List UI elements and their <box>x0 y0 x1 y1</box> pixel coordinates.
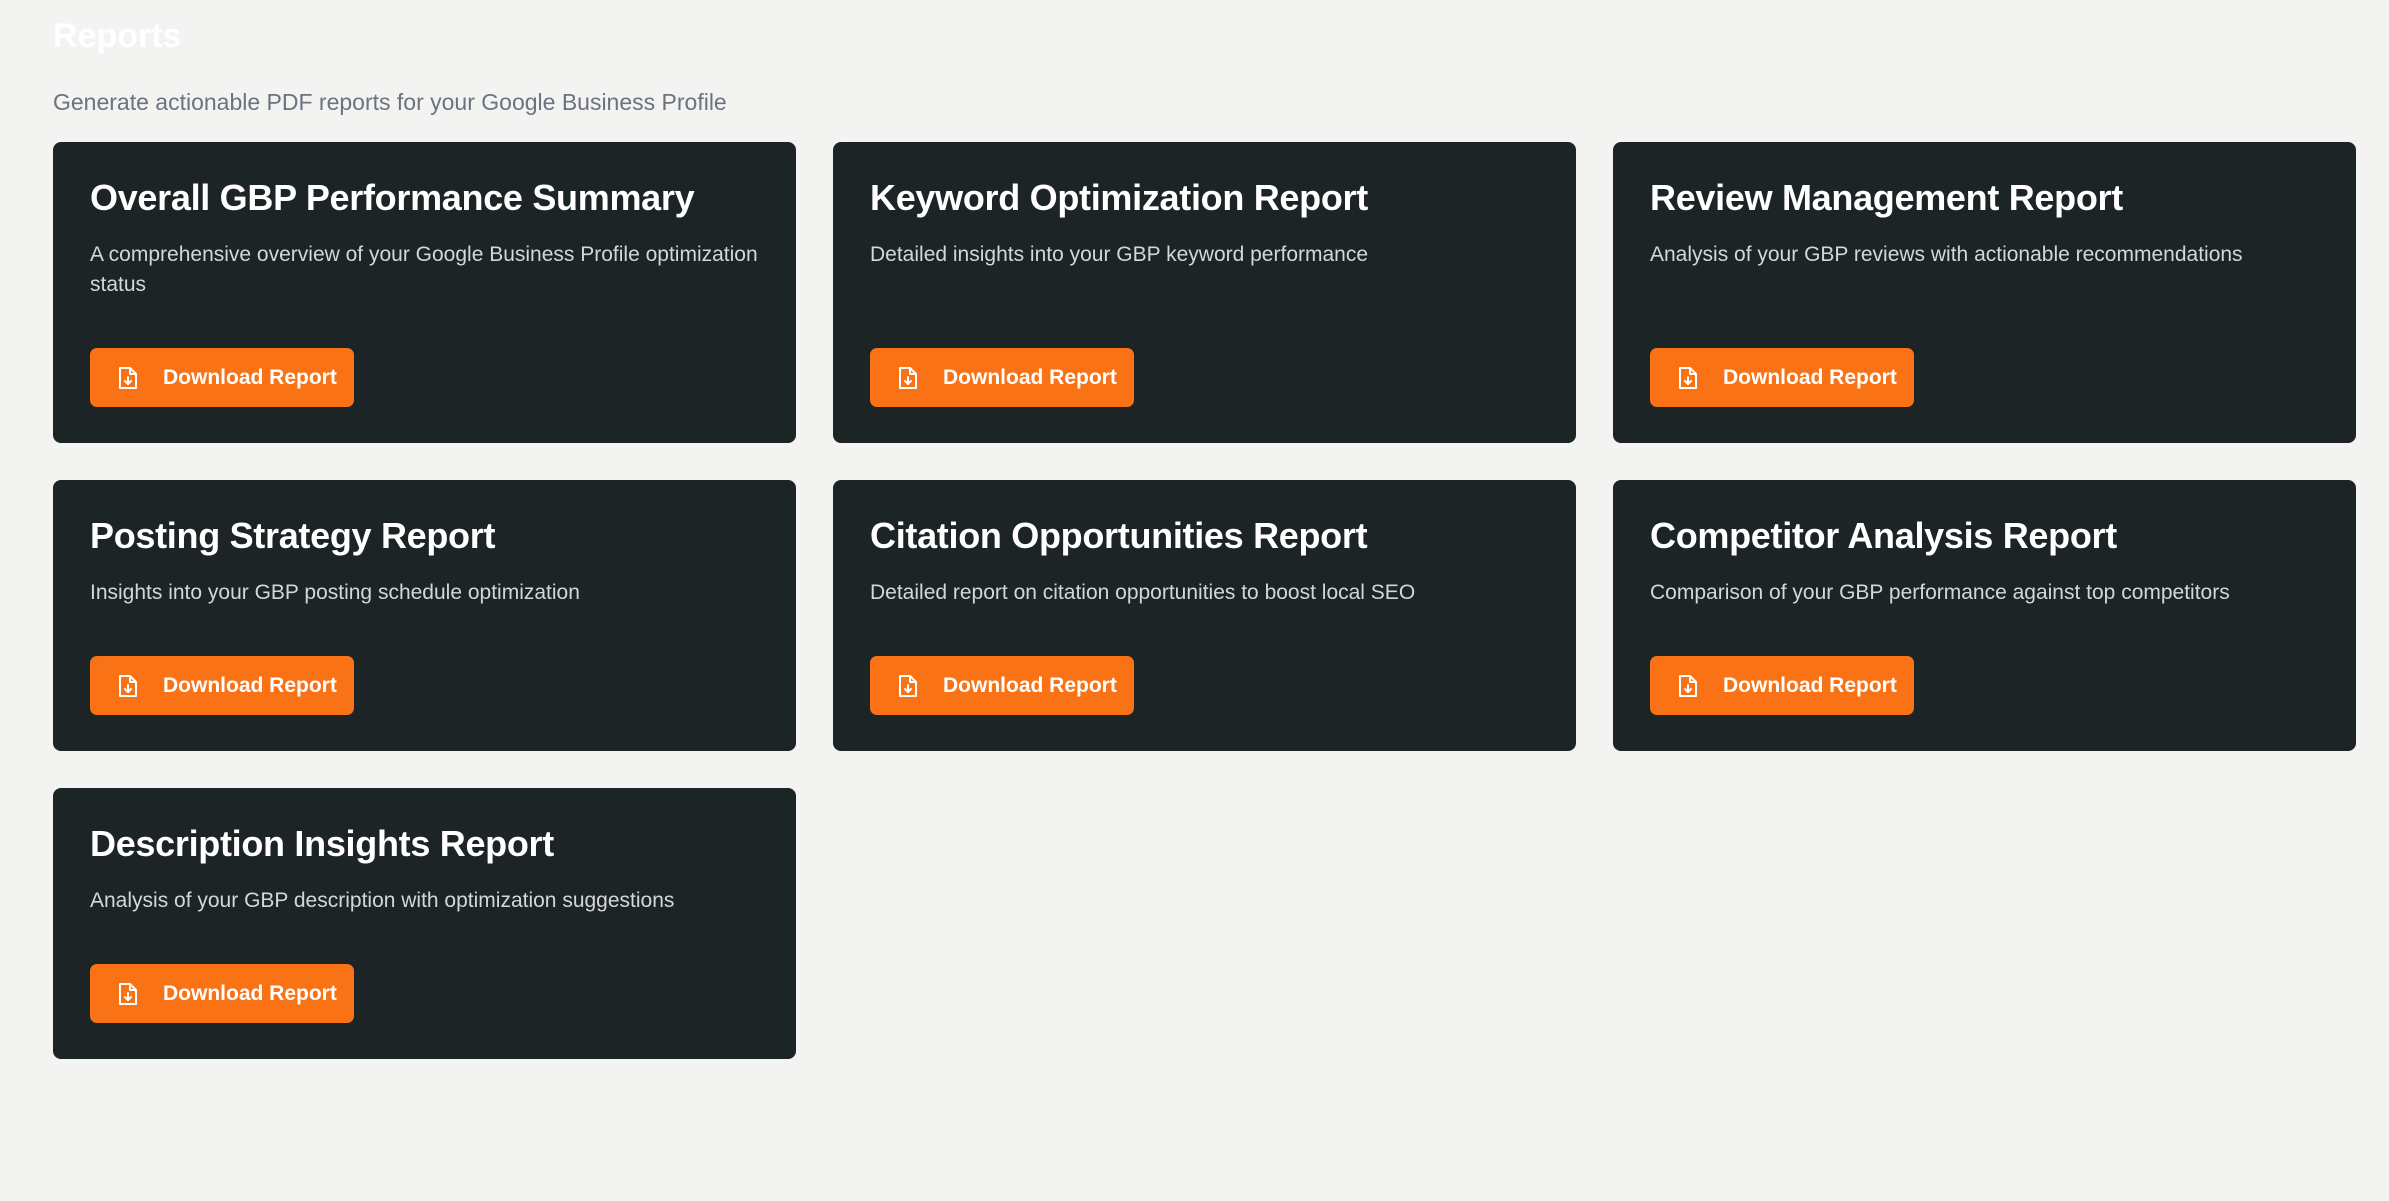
report-title: Description Insights Report <box>90 823 554 864</box>
report-card-keyword-optimization: Keyword Optimization Report Detailed ins… <box>833 142 1576 443</box>
download-report-button[interactable]: Download Report <box>870 348 1134 407</box>
report-card-posting-strategy: Posting Strategy Report Insights into yo… <box>53 480 796 751</box>
report-description: Insights into your GBP posting schedule … <box>90 581 580 604</box>
download-report-button[interactable]: Download Report <box>870 656 1134 715</box>
report-card-performance-summary: Overall GBP Performance Summary A compre… <box>53 142 796 443</box>
reports-page: Reports Generate actionable PDF reports … <box>0 0 2389 1201</box>
download-report-button[interactable]: Download Report <box>90 348 354 407</box>
report-title: Review Management Report <box>1650 177 2123 218</box>
report-description: Analysis of your GBP description with op… <box>90 889 675 912</box>
report-card-citation-opportunities: Citation Opportunities Report Detailed r… <box>833 480 1576 751</box>
file-download-icon <box>117 674 139 698</box>
report-title: Overall GBP Performance Summary <box>90 177 695 218</box>
report-title: Keyword Optimization Report <box>870 177 1368 218</box>
report-title: Citation Opportunities Report <box>870 515 1368 556</box>
report-card-review-management: Review Management Report Analysis of you… <box>1613 142 2356 443</box>
download-report-label: Download Report <box>943 673 1117 697</box>
download-report-label: Download Report <box>163 673 337 697</box>
file-download-icon <box>117 366 139 390</box>
report-title: Competitor Analysis Report <box>1650 515 2117 556</box>
file-download-icon <box>897 366 919 390</box>
download-report-button[interactable]: Download Report <box>90 656 354 715</box>
download-report-button[interactable]: Download Report <box>1650 348 1914 407</box>
file-download-icon <box>1677 674 1699 698</box>
download-report-button[interactable]: Download Report <box>90 964 354 1023</box>
report-card-competitor-analysis: Competitor Analysis Report Comparison of… <box>1613 480 2356 751</box>
report-description: Detailed insights into your GBP keyword … <box>870 243 1369 266</box>
page-title: Reports <box>53 17 182 55</box>
download-report-label: Download Report <box>163 365 337 389</box>
report-description: A comprehensive overview of your Google … <box>90 243 758 296</box>
report-card-description-insights: Description Insights Report Analysis of … <box>53 788 796 1059</box>
download-report-label: Download Report <box>163 981 337 1005</box>
reports-grid: Overall GBP Performance Summary A compre… <box>53 142 2356 1059</box>
report-description: Detailed report on citation opportunitie… <box>870 581 1416 604</box>
report-description: Comparison of your GBP performance again… <box>1650 581 2230 604</box>
file-download-icon <box>897 674 919 698</box>
download-report-label: Download Report <box>943 365 1117 389</box>
download-report-label: Download Report <box>1723 365 1897 389</box>
download-report-label: Download Report <box>1723 673 1897 697</box>
report-title: Posting Strategy Report <box>90 515 496 556</box>
download-report-button[interactable]: Download Report <box>1650 656 1914 715</box>
file-download-icon <box>1677 366 1699 390</box>
page-subtitle: Generate actionable PDF reports for your… <box>53 89 727 115</box>
report-description: Analysis of your GBP reviews with action… <box>1650 243 2243 266</box>
file-download-icon <box>117 982 139 1006</box>
